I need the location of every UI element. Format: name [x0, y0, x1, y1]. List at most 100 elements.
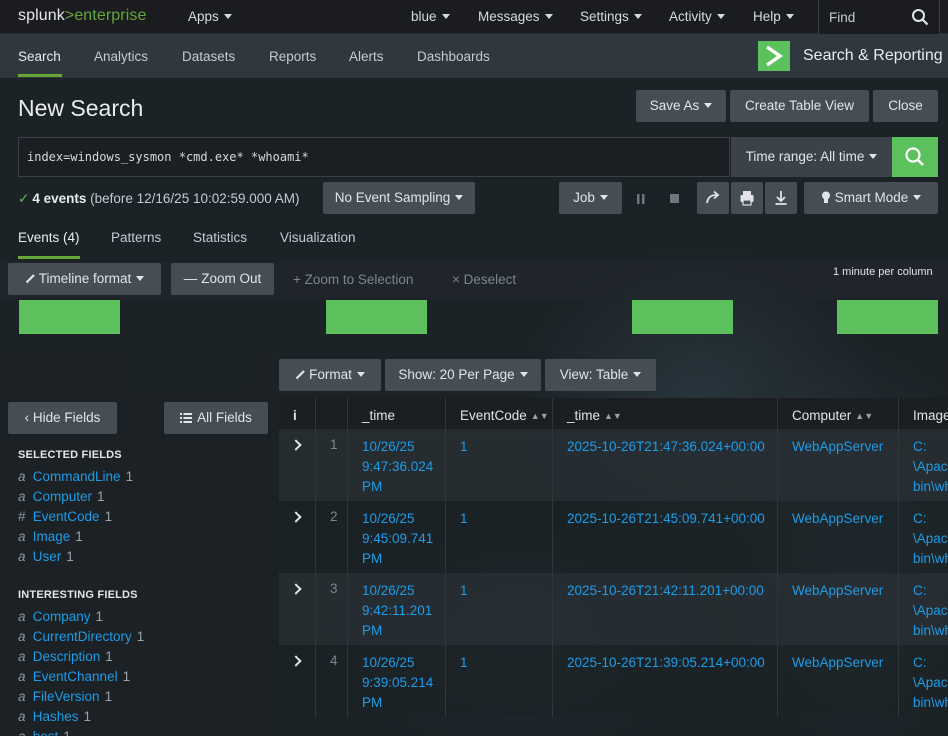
computer-value[interactable]: WebAppServer: [792, 653, 883, 673]
time-iso-value[interactable]: 2025-10-26T21:39:05.214+00:00: [567, 653, 765, 673]
search-mode-dropdown[interactable]: Smart Mode: [804, 182, 938, 214]
eventcode-value[interactable]: 1: [460, 653, 468, 673]
table-row[interactable]: 1 10/26/25 9:47:36.024 PM 1 2025-10-26T2…: [279, 429, 948, 501]
time-range-picker[interactable]: Time range: All time: [731, 137, 892, 177]
job-menu-button[interactable]: Job: [559, 182, 622, 214]
per-page-dropdown[interactable]: Show: 20 Per Page: [385, 359, 541, 391]
computer-cell[interactable]: WebAppServer: [778, 645, 899, 717]
tab-reports[interactable]: Reports: [269, 49, 316, 64]
field-eventcode[interactable]: # EventCode 1: [18, 509, 112, 524]
splunk-logo[interactable]: splunk>enterprise: [18, 7, 146, 25]
computer-value[interactable]: WebAppServer: [792, 437, 883, 457]
search-submit-button[interactable]: [892, 137, 938, 177]
stop-icon[interactable]: [669, 193, 680, 208]
tab-visualization[interactable]: Visualization: [280, 230, 356, 245]
print-button[interactable]: [731, 182, 763, 214]
eventcode-value[interactable]: 1: [460, 437, 468, 457]
timeline-bar[interactable]: [326, 300, 427, 334]
image-cell[interactable]: C: \Apache bin\wh: [899, 429, 948, 501]
expand-cell[interactable]: [279, 501, 316, 573]
image-cell[interactable]: C: \Apache bin\wh: [899, 501, 948, 573]
table-row[interactable]: 4 10/26/25 9:39:05.214 PM 1 2025-10-26T2…: [279, 645, 948, 717]
search-query-input[interactable]: index=windows_sysmon *cmd.exe* *whoami*: [18, 137, 730, 177]
field-fileversion[interactable]: a FileVersion 1: [18, 689, 112, 704]
time-iso-column-header[interactable]: _time ▲▼: [553, 398, 778, 433]
user-menu[interactable]: blue: [411, 9, 450, 24]
tab-analytics[interactable]: Analytics: [94, 49, 148, 64]
chevron-right-icon[interactable]: [290, 511, 302, 523]
tab-alerts[interactable]: Alerts: [349, 49, 384, 64]
field-user[interactable]: a User 1: [18, 549, 74, 564]
image-cell[interactable]: C: \Apache bin\wh: [899, 573, 948, 645]
time-iso-value[interactable]: 2025-10-26T21:45:09.741+00:00: [567, 509, 765, 529]
eventcode-cell[interactable]: 1: [446, 573, 553, 645]
field-description[interactable]: a Description 1: [18, 649, 113, 664]
expand-cell[interactable]: [279, 573, 316, 645]
apps-menu[interactable]: Apps: [188, 9, 232, 24]
field-image[interactable]: a Image 1: [18, 529, 83, 544]
app-logo-icon[interactable]: [758, 41, 790, 71]
timeline-bar[interactable]: [837, 300, 938, 334]
tab-statistics[interactable]: Statistics: [193, 230, 247, 245]
field-computer[interactable]: a Computer 1: [18, 489, 105, 504]
eventcode-cell[interactable]: 1: [446, 645, 553, 717]
timeline-format-button[interactable]: Timeline format: [8, 263, 161, 295]
computer-cell[interactable]: WebAppServer: [778, 501, 899, 573]
time-value[interactable]: 10/26/25 9:45:09.741 PM: [362, 509, 433, 569]
help-menu[interactable]: Help: [753, 9, 794, 24]
chevron-right-icon[interactable]: [290, 439, 302, 451]
field-host[interactable]: a host 1: [18, 729, 71, 736]
time-value[interactable]: 10/26/25 9:47:36.024 PM: [362, 437, 433, 497]
find-input[interactable]: [829, 8, 909, 26]
share-button[interactable]: [697, 182, 729, 214]
timeline-bar[interactable]: [19, 300, 120, 334]
image-cell[interactable]: C: \Apache bin\wh: [899, 645, 948, 717]
tab-dashboards[interactable]: Dashboards: [417, 49, 490, 64]
app-title[interactable]: Search & Reporting: [803, 47, 943, 65]
image-value[interactable]: C: \Apache bin\wh: [913, 581, 948, 641]
computer-cell[interactable]: WebAppServer: [778, 429, 899, 501]
deselect-link[interactable]: × Deselect: [452, 272, 516, 287]
messages-menu[interactable]: Messages: [478, 9, 553, 24]
create-table-view-button[interactable]: Create Table View: [730, 90, 869, 122]
eventcode-cell[interactable]: 1: [446, 429, 553, 501]
image-column-header[interactable]: Image: [899, 398, 948, 433]
time-iso-value[interactable]: 2025-10-26T21:42:11.201+00:00: [567, 581, 764, 601]
time-cell[interactable]: 10/26/25 9:39:05.214 PM: [348, 645, 446, 717]
chevron-right-icon[interactable]: [290, 583, 302, 595]
settings-menu[interactable]: Settings: [580, 9, 642, 24]
time-value[interactable]: 10/26/25 9:39:05.214 PM: [362, 653, 433, 713]
field-hashes[interactable]: a Hashes 1: [18, 709, 91, 724]
view-dropdown[interactable]: View: Table: [545, 359, 656, 391]
tab-search[interactable]: Search: [18, 49, 61, 64]
time-iso-cell[interactable]: 2025-10-26T21:42:11.201+00:00: [553, 573, 778, 645]
eventcode-column-header[interactable]: EventCode ▲▼: [446, 398, 553, 433]
computer-column-header[interactable]: Computer ▲▼: [778, 398, 899, 433]
computer-value[interactable]: WebAppServer: [792, 509, 883, 529]
time-iso-cell[interactable]: 2025-10-26T21:39:05.214+00:00: [553, 645, 778, 717]
image-value[interactable]: C: \Apache bin\wh: [913, 437, 948, 497]
eventcode-value[interactable]: 1: [460, 581, 468, 601]
field-currentdirectory[interactable]: a CurrentDirectory 1: [18, 629, 144, 644]
hide-fields-button[interactable]: ‹ Hide Fields: [8, 402, 117, 434]
save-as-button[interactable]: Save As: [636, 90, 726, 122]
event-sampling-dropdown[interactable]: No Event Sampling: [323, 182, 475, 214]
expand-cell[interactable]: [279, 429, 316, 501]
time-value[interactable]: 10/26/25 9:42:11.201 PM: [362, 581, 432, 641]
zoom-to-selection-link[interactable]: + Zoom to Selection: [293, 272, 413, 287]
computer-value[interactable]: WebAppServer: [792, 581, 883, 601]
time-cell[interactable]: 10/26/25 9:45:09.741 PM: [348, 501, 446, 573]
computer-cell[interactable]: WebAppServer: [778, 573, 899, 645]
time-iso-cell[interactable]: 2025-10-26T21:47:36.024+00:00: [553, 429, 778, 501]
time-column-header[interactable]: _time: [348, 398, 446, 433]
field-company[interactable]: a Company 1: [18, 609, 103, 624]
pause-icon[interactable]: [636, 193, 646, 208]
time-cell[interactable]: 10/26/25 9:47:36.024 PM: [348, 429, 446, 501]
field-eventchannel[interactable]: a EventChannel 1: [18, 669, 130, 684]
image-value[interactable]: C: \Apache bin\wh: [913, 653, 948, 713]
field-commandline[interactable]: a CommandLine 1: [18, 469, 133, 484]
all-fields-button[interactable]: All Fields: [164, 402, 268, 434]
format-button[interactable]: Format: [279, 359, 381, 391]
table-row[interactable]: 2 10/26/25 9:45:09.741 PM 1 2025-10-26T2…: [279, 501, 948, 573]
eventcode-value[interactable]: 1: [460, 509, 468, 529]
